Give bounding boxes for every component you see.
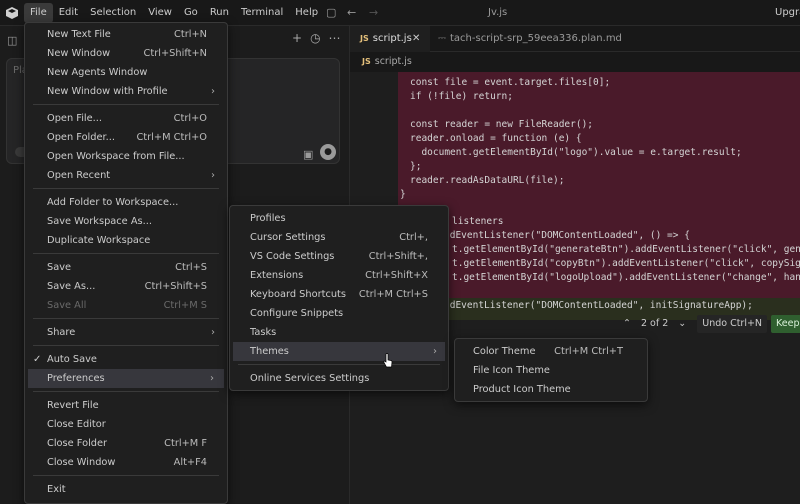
menu-item-keyboard-shortcuts[interactable]: Keyboard Shortcuts Ctrl+M Ctrl+S: [230, 285, 448, 304]
menu-terminal[interactable]: Terminal: [235, 0, 289, 26]
history-icon[interactable]: ◷: [310, 31, 320, 45]
menu-item-new-text-file[interactable]: New Text File Ctrl+N: [25, 25, 227, 44]
menu-item-online-services-settings[interactable]: Online Services Settings: [230, 369, 448, 388]
code-line: t.getElementById("generateBtn").addEvent…: [452, 244, 800, 255]
close-tab-icon[interactable]: ✕: [412, 26, 420, 52]
markdown-file-icon: ⎓: [438, 33, 446, 44]
checkmark-icon: ✓: [33, 354, 42, 365]
code-line: listeners: [452, 216, 504, 227]
themes-submenu: Color Theme Ctrl+M Ctrl+T File Icon Theme…: [454, 338, 648, 402]
toggle-sidebar-icon[interactable]: ◫: [7, 34, 17, 47]
breadcrumb-file[interactable]: script.js: [375, 56, 412, 67]
chevron-right-icon: ›: [210, 373, 214, 384]
tab-script-js[interactable]: JS script.js ✕: [350, 26, 430, 52]
menu-item-save[interactable]: Save Ctrl+S: [25, 258, 227, 277]
code-line: reader.onload = function (e) {: [410, 133, 582, 144]
menu-item-save-as[interactable]: Save As... Ctrl+Shift+S: [25, 277, 227, 296]
menu-item-profiles[interactable]: Profiles: [230, 209, 448, 228]
chevron-right-icon: ›: [211, 327, 215, 338]
menu-separator: [33, 188, 219, 189]
menu-item-themes[interactable]: Themes ›: [233, 342, 445, 361]
chevron-right-icon: ›: [211, 86, 215, 97]
app-logo-icon: [6, 7, 18, 19]
menu-item-open-recent[interactable]: Open Recent ›: [25, 166, 227, 185]
undo-button[interactable]: Undo Ctrl+N: [697, 315, 768, 333]
code-line: ddEventListener("DOMContentLoaded", init…: [444, 300, 753, 311]
menu-item-open-workspace[interactable]: Open Workspace from File...: [25, 147, 227, 166]
code-line: };: [410, 161, 422, 172]
menu-separator: [33, 345, 219, 346]
next-change-icon[interactable]: ⌄: [673, 315, 691, 333]
code-line: }: [400, 189, 406, 200]
chat-icon[interactable]: ▢: [326, 6, 336, 19]
code-line: t.getElementById("logoUpload").addEventL…: [452, 272, 800, 283]
menu-item-exit[interactable]: Exit: [25, 480, 227, 499]
code-line: if (!file) return;: [410, 91, 513, 102]
breadcrumb: JS script.js: [362, 54, 412, 70]
menu-separator: [33, 318, 219, 319]
menu-item-extensions[interactable]: Extensions Ctrl+Shift+X: [230, 266, 448, 285]
keep-button[interactable]: Keep Ctrl+S: [771, 315, 800, 333]
menu-item-close-editor[interactable]: Close Editor: [25, 415, 227, 434]
menu-item-new-window[interactable]: New Window Ctrl+Shift+N: [25, 44, 227, 63]
new-chat-icon[interactable]: +: [292, 31, 302, 45]
diff-count: 2 of 2: [640, 318, 669, 329]
menu-item-duplicate-workspace[interactable]: Duplicate Workspace: [25, 231, 227, 250]
menu-item-close-folder[interactable]: Close Folder Ctrl+M F: [25, 434, 227, 453]
window-title: Jv.js: [488, 7, 508, 18]
code-line: t.getElementById("copyBtn").addEventList…: [452, 258, 800, 269]
menu-separator: [33, 475, 219, 476]
js-file-icon: JS: [362, 57, 371, 66]
menu-item-file-icon-theme[interactable]: File Icon Theme: [455, 361, 647, 380]
code-line: ddEventListener("DOMContentLoaded", () =…: [444, 230, 690, 241]
mouse-hand-cursor-icon: [383, 353, 393, 368]
code-line: const reader = new FileReader();: [410, 119, 594, 130]
menu-separator: [33, 104, 219, 105]
menu-item-color-theme[interactable]: Color Theme Ctrl+M Ctrl+T: [455, 342, 647, 361]
upgrade-button[interactable]: Upgrade: [775, 0, 800, 26]
menu-item-new-agents-window[interactable]: New Agents Window: [25, 63, 227, 82]
menu-help[interactable]: Help: [289, 0, 324, 26]
file-menu: New Text File Ctrl+N New Window Ctrl+Shift…: [24, 22, 228, 504]
menu-item-tasks[interactable]: Tasks: [230, 323, 448, 342]
more-icon[interactable]: ⋯: [329, 31, 341, 45]
code-line: const file = event.target.files[0];: [410, 77, 611, 88]
tab-label: script.js: [372, 33, 412, 44]
menu-separator: [238, 364, 440, 365]
menu-item-configure-snippets[interactable]: Configure Snippets: [230, 304, 448, 323]
menu-item-new-window-with-profile[interactable]: New Window with Profile ›: [25, 82, 227, 101]
menu-item-open-file[interactable]: Open File... Ctrl+O: [25, 109, 227, 128]
menu-item-save-all[interactable]: Save All Ctrl+M S: [25, 296, 227, 315]
menu-item-share[interactable]: Share ›: [25, 323, 227, 342]
tab-label: tach-script-srp_59eea336.plan.md: [449, 33, 622, 44]
menu-item-revert-file[interactable]: Revert File: [25, 396, 227, 415]
menu-item-cursor-settings[interactable]: Cursor Settings Ctrl+,: [230, 228, 448, 247]
menu-item-auto-save[interactable]: ✓ Auto Save: [25, 350, 227, 369]
menu-item-close-window[interactable]: Close Window Alt+F4: [25, 453, 227, 472]
menu-item-open-folder[interactable]: Open Folder... Ctrl+M Ctrl+O: [25, 128, 227, 147]
menu-file[interactable]: File: [24, 3, 53, 23]
diff-review-bar: ⌃ 2 of 2 ⌄ Undo Ctrl+N Keep Ctrl+S: [618, 315, 800, 333]
editor-tabs: JS script.js ✕ ⎓ tach-script-srp_59eea336.…: [350, 26, 800, 52]
preferences-submenu: Profiles Cursor Settings Ctrl+, VS Code S…: [229, 205, 449, 391]
tab-plan-md[interactable]: ⎓ tach-script-srp_59eea336.plan.md: [434, 26, 622, 52]
menu-separator: [33, 253, 219, 254]
chevron-right-icon: ›: [211, 170, 215, 181]
back-arrow-icon[interactable]: ←: [347, 6, 356, 19]
menu-separator: [33, 391, 219, 392]
menu-item-preferences[interactable]: Preferences ›: [28, 369, 224, 388]
code-line: document.getElementById("logo").value = …: [410, 147, 742, 158]
chevron-right-icon: ›: [433, 346, 437, 357]
code-line: reader.readAsDataURL(file);: [410, 175, 565, 186]
menu-item-add-folder[interactable]: Add Folder to Workspace...: [25, 193, 227, 212]
menu-item-vs-code-settings[interactable]: VS Code Settings Ctrl+Shift+,: [230, 247, 448, 266]
microphone-icon[interactable]: ●: [320, 144, 336, 160]
menu-item-product-icon-theme[interactable]: Product Icon Theme: [455, 380, 647, 399]
previous-change-icon[interactable]: ⌃: [618, 315, 636, 333]
js-file-icon: JS: [360, 34, 369, 43]
menu-item-save-workspace-as[interactable]: Save Workspace As...: [25, 212, 227, 231]
forward-arrow-icon[interactable]: →: [369, 6, 378, 19]
image-icon[interactable]: ▣: [303, 148, 313, 161]
